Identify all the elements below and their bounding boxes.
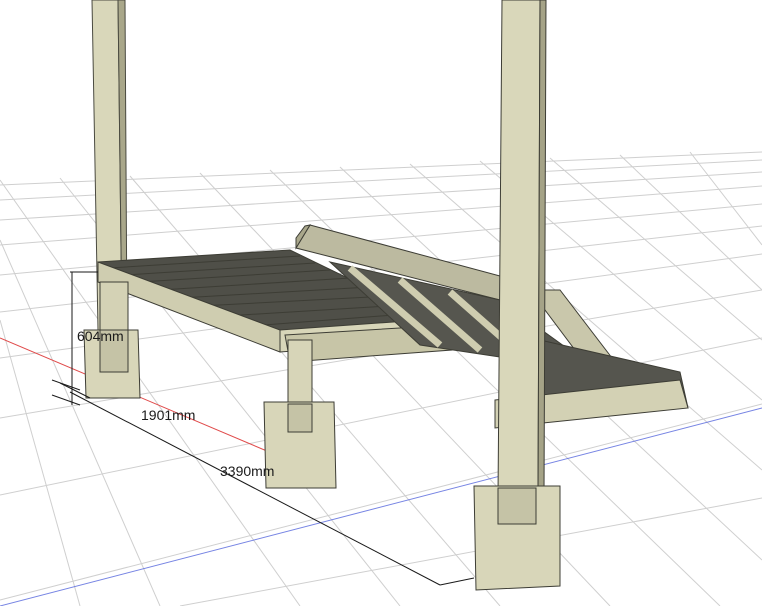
center-footing	[263, 339, 337, 489]
right-post	[497, 0, 547, 497]
3d-viewport[interactable]: 604mm 1901mm 3390mm	[0, 0, 762, 607]
x-axis-line	[0, 337, 301, 466]
height-dimension-label: 604mm	[77, 328, 124, 344]
y-axis-line	[0, 407, 762, 607]
total-length-dimension-label: 3390mm	[220, 463, 274, 479]
front-right-footing	[473, 485, 561, 591]
deck-length-dimension-label: 1901mm	[141, 407, 195, 423]
